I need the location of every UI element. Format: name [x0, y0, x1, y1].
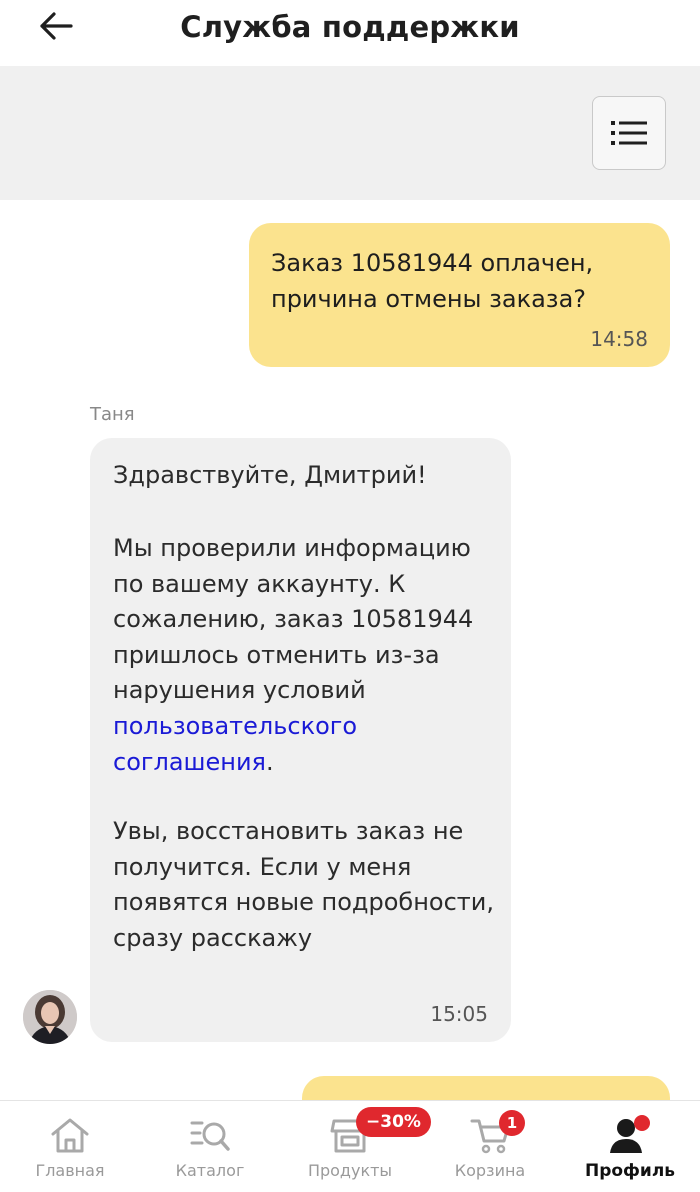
home-icon [51, 1118, 89, 1153]
discount-badge: −30% [356, 1107, 431, 1137]
nav-label: Продукты [307, 1161, 393, 1180]
nav-item-catalog[interactable]: Каталог [140, 1101, 280, 1192]
avatar [23, 990, 77, 1044]
menu-button[interactable] [592, 96, 666, 170]
cart-count-badge: 1 [499, 1110, 525, 1136]
page-title: Служба поддержки [180, 10, 520, 44]
outgoing-message[interactable]: Заказ 10581944 оплачен, причина отмены з… [249, 223, 670, 367]
nav-label: Профиль [584, 1161, 676, 1181]
nav-item-profile[interactable]: Профиль [560, 1101, 700, 1192]
bottom-nav: Главная Каталог Продукты Корзина Профиль [0, 1100, 700, 1192]
message-closing: Увы, восстановить заказ не получится. Ес… [113, 817, 494, 952]
message-greeting: Здравствуйте, Дмитрий! [113, 461, 427, 489]
chat-toolbar [0, 66, 700, 200]
nav-item-home[interactable]: Главная [0, 1101, 140, 1192]
header: Служба поддержки [0, 0, 700, 66]
message-time: 15:05 [430, 1002, 488, 1026]
sender-name: Таня [90, 404, 135, 425]
message-text: Заказ 10581944 оплачен, причина отмены з… [271, 249, 594, 313]
agreement-link[interactable]: пользовательского соглашения [113, 712, 357, 776]
incoming-message[interactable]: Здравствуйте, Дмитрий! Мы проверили инфо… [90, 438, 511, 1042]
message-body: Мы проверили информацию по вашему аккаун… [113, 531, 503, 780]
profile-icon [610, 1115, 650, 1153]
list-icon [611, 121, 647, 145]
catalog-search-icon [190, 1121, 230, 1151]
nav-item-cart[interactable]: Корзина [420, 1101, 560, 1192]
nav-label: Корзина [454, 1161, 526, 1180]
message-time: 14:58 [590, 327, 648, 351]
outgoing-message-partial[interactable] [302, 1076, 670, 1100]
message-body-text: Мы проверили информацию по вашему аккаун… [113, 534, 474, 705]
nav-label: Каталог [175, 1161, 245, 1180]
nav-label: Главная [35, 1161, 105, 1180]
message-body-end: . [266, 747, 274, 776]
chat-area[interactable]: Заказ 10581944 оплачен, причина отмены з… [0, 200, 700, 1100]
